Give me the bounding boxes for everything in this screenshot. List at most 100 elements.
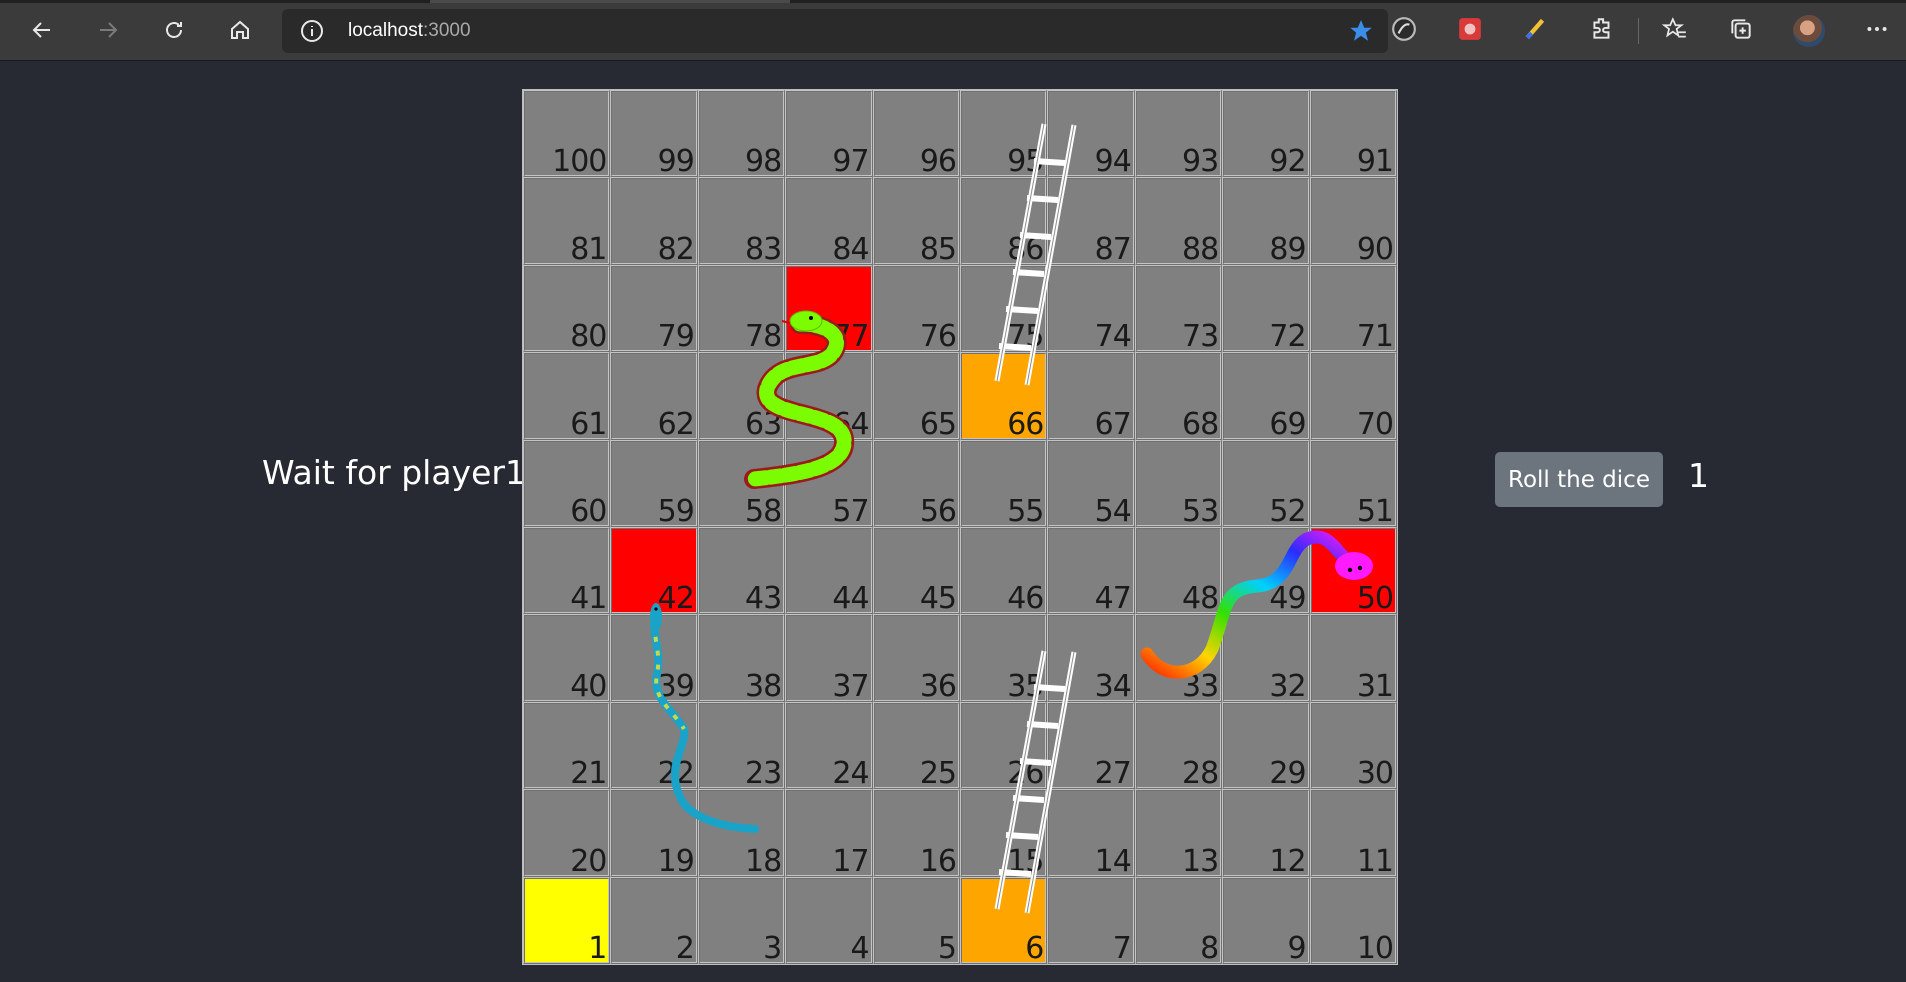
board-cell-25: 25	[872, 701, 960, 791]
collections-icon[interactable]	[1726, 14, 1756, 44]
cell-number: 86	[1007, 231, 1044, 267]
cell-number: 5	[937, 931, 957, 966]
board-cell-90: 90	[1309, 177, 1397, 267]
board-cell-16: 16	[872, 789, 960, 879]
board-cell-57: 57	[785, 439, 873, 529]
board-cell-44: 44	[785, 527, 873, 616]
board-cell-7: 7	[1047, 876, 1135, 966]
extension-icon-1[interactable]	[1389, 14, 1419, 44]
cell-number: 57	[832, 494, 869, 529]
cell-number: 6	[1025, 931, 1044, 966]
cell-number: 88	[1182, 231, 1219, 267]
cell-number: 61	[570, 406, 607, 442]
board-cell-99: 99	[610, 90, 698, 180]
board-cell-89: 89	[1222, 177, 1310, 267]
cell-number: 76	[919, 319, 957, 355]
board-cell-85: 85	[872, 177, 960, 267]
board-cell-28: 28	[1134, 701, 1223, 791]
home-icon[interactable]	[223, 13, 257, 47]
cell-number: 96	[919, 144, 957, 180]
cell-number: 13	[1182, 843, 1219, 879]
board-cell-92: 92	[1222, 90, 1310, 179]
cell-number: 75	[1007, 319, 1044, 355]
board-cell-87: 87	[1047, 177, 1135, 267]
extensions-puzzle-icon[interactable]	[1587, 14, 1617, 44]
cell-number: 22	[657, 756, 695, 792]
cell-number: 40	[570, 668, 607, 704]
board-cell-95: 95	[960, 90, 1048, 180]
address-bar[interactable]: localhost:3000	[282, 9, 1388, 53]
cell-number: 95	[1007, 144, 1044, 180]
turn-status: Wait for player1	[262, 453, 526, 492]
board-cell-38: 38	[697, 614, 786, 704]
forward-icon[interactable]	[91, 13, 125, 47]
board-cell-22: 22	[610, 701, 698, 792]
board-cell-5: 5	[872, 876, 960, 966]
favorites-icon[interactable]	[1660, 14, 1690, 44]
cell-number: 78	[745, 319, 782, 355]
cell-number: 58	[745, 494, 782, 529]
cell-number: 48	[1182, 581, 1219, 617]
board-cell-97: 97	[785, 90, 873, 179]
info-icon[interactable]	[300, 19, 324, 43]
board-cell-55: 55	[960, 439, 1048, 529]
board-cell-37: 37	[785, 614, 873, 704]
board-cell-65: 65	[872, 352, 960, 442]
cell-number: 47	[1094, 581, 1132, 617]
board-cell-47: 47	[1047, 527, 1135, 617]
board-cell-94: 94	[1047, 90, 1135, 179]
board-cell-12: 12	[1222, 789, 1310, 879]
board-cell-48: 48	[1134, 527, 1223, 617]
cell-number: 8	[1200, 931, 1219, 966]
cell-number: 71	[1356, 319, 1394, 355]
board-cell-70: 70	[1309, 352, 1397, 442]
favorite-star-icon[interactable]	[1348, 18, 1374, 44]
cell-number: 41	[570, 581, 607, 617]
cell-number: 81	[570, 231, 607, 267]
more-icon[interactable]	[1862, 14, 1892, 44]
board-cell-50: 50	[1309, 527, 1397, 616]
active-tab[interactable]	[430, 0, 790, 3]
board-cell-20: 20	[523, 789, 611, 879]
back-icon[interactable]	[25, 13, 59, 47]
board-cell-56: 56	[872, 439, 960, 529]
cell-number: 55	[1007, 494, 1044, 529]
cell-number: 99	[657, 144, 695, 180]
cell-number: 42	[657, 581, 695, 617]
board-cell-36: 36	[872, 614, 960, 704]
board-cell-93: 93	[1134, 90, 1223, 179]
board-cell-14: 14	[1047, 789, 1135, 879]
board-cell-88: 88	[1134, 177, 1223, 267]
board-cell-19: 19	[610, 789, 698, 879]
reload-icon[interactable]	[157, 13, 191, 47]
extension-icon-3[interactable]	[1521, 14, 1551, 44]
cell-number: 59	[657, 494, 695, 529]
board-cell-43: 43	[697, 527, 786, 616]
cell-number: 7	[1112, 931, 1132, 966]
tab-strip	[0, 0, 1906, 3]
cell-number: 3	[763, 931, 782, 966]
board-cell-30: 30	[1309, 701, 1397, 792]
cell-number: 36	[919, 668, 957, 704]
cell-number: 83	[745, 231, 782, 267]
board-cell-32: 32	[1222, 614, 1310, 704]
board-cell-74: 74	[1047, 264, 1135, 354]
toolbar-divider	[1638, 18, 1639, 44]
board-cell-10: 10	[1309, 876, 1397, 966]
board-cell-77: 77	[785, 264, 873, 354]
board-cell-81: 81	[523, 177, 611, 267]
board-cell-8: 8	[1134, 876, 1223, 966]
cell-number: 32	[1269, 668, 1306, 704]
board-cell-79: 79	[610, 264, 698, 354]
cell-number: 30	[1356, 756, 1394, 792]
extension-icon-2[interactable]	[1455, 14, 1485, 44]
profile-avatar[interactable]	[1793, 15, 1825, 47]
cell-number: 64	[832, 406, 869, 442]
board-cell-49: 49	[1222, 527, 1310, 616]
cell-number: 4	[850, 931, 870, 966]
cell-number: 20	[570, 843, 607, 879]
board-cell-69: 69	[1222, 352, 1310, 442]
roll-dice-button[interactable]: Roll the dice	[1495, 452, 1663, 507]
cell-number: 31	[1356, 668, 1394, 704]
board-cell-83: 83	[697, 177, 786, 267]
